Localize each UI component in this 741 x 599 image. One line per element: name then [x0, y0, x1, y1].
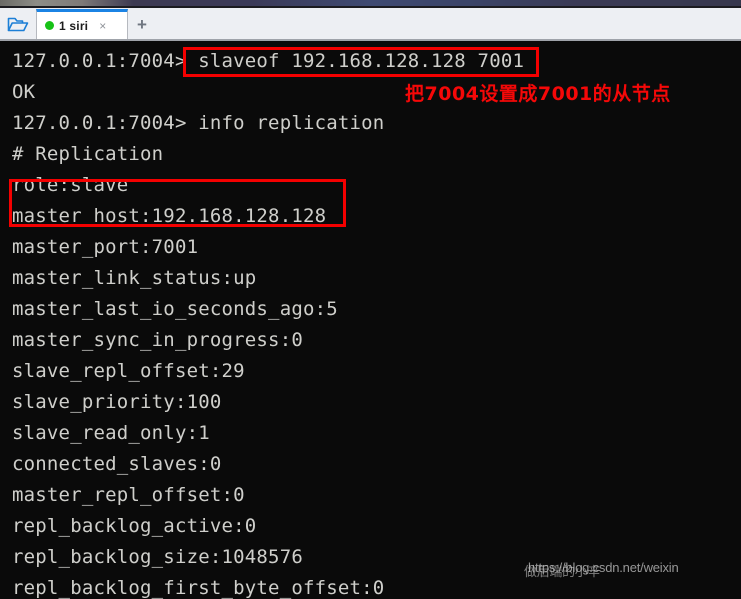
terminal-line: repl_backlog_size:1048576 [12, 546, 303, 568]
tab-bar: 1 siri × + [0, 8, 741, 40]
green-status-dot [45, 21, 54, 30]
terminal-body[interactable]: 127.0.0.1:7004> slaveof 192.168.128.128 … [0, 41, 741, 599]
terminal-line: repl_backlog_active:0 [12, 515, 257, 537]
terminal-line: 127.0.0.1:7004> info replication [12, 112, 385, 134]
folder-open-icon[interactable] [0, 8, 36, 39]
terminal-tab-siri[interactable]: 1 siri × [36, 9, 128, 39]
terminal-line: slave_read_only:1 [12, 422, 210, 444]
terminal-line: repl_backlog_first_byte_offset:0 [12, 577, 385, 599]
new-tab-button[interactable]: + [137, 16, 147, 33]
close-icon[interactable]: × [97, 20, 108, 32]
terminal-line: master_last_io_seconds_ago:5 [12, 298, 338, 320]
terminal-line: slave_repl_offset:29 [12, 360, 245, 382]
annotation-note: 把7004设置成7001的从节点 [405, 83, 671, 105]
terminal-line: role:slave [12, 174, 129, 196]
terminal-line: master_link_status:up [12, 267, 257, 289]
terminal-line: connected_slaves:0 [12, 453, 222, 475]
terminal-output: 127.0.0.1:7004> slaveof 192.168.128.128 … [0, 41, 741, 599]
terminal-line: master_port:7001 [12, 236, 199, 258]
terminal-line: master_repl_offset:0 [12, 484, 245, 506]
tab-label: 1 siri [59, 18, 89, 33]
screenshot-root: 1 siri × + 127.0.0.1:7004> slaveof 192.1… [0, 0, 741, 599]
terminal-line: slave_priority:100 [12, 391, 222, 413]
terminal-line: master_sync_in_progress:0 [12, 329, 303, 351]
terminal-line: master_host:192.168.128.128 [12, 205, 327, 227]
terminal-line: 127.0.0.1:7004> slaveof 192.168.128.128 … [12, 50, 525, 72]
terminal-line: # Replication [12, 143, 164, 165]
